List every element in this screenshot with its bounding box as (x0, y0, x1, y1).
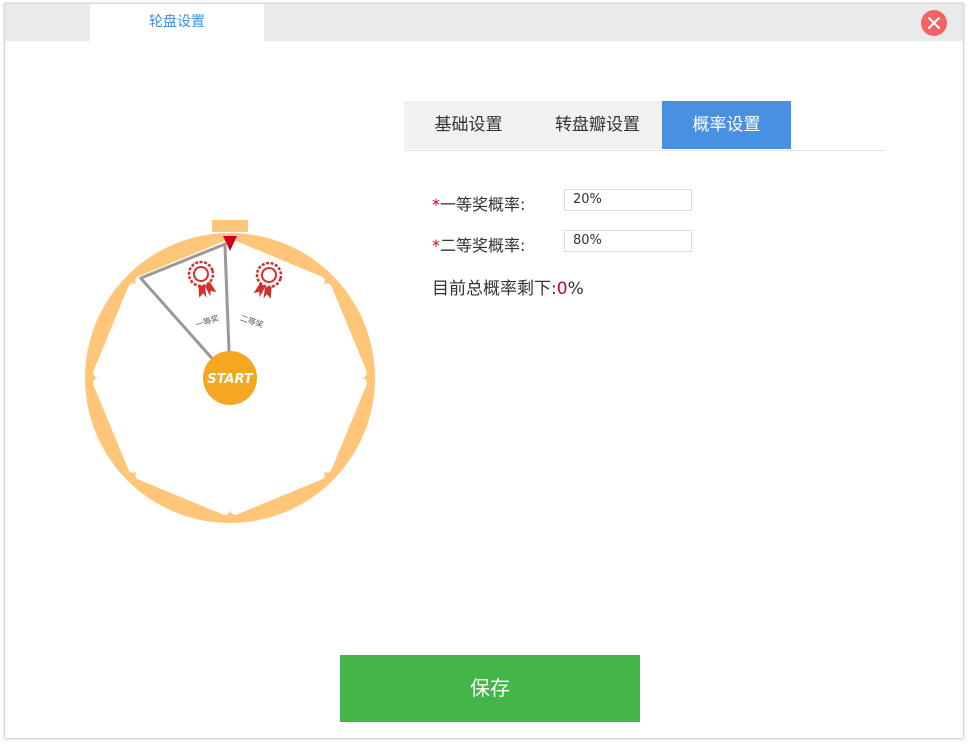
prize-wheel: 一等奖 二等奖 START (83, 217, 383, 533)
remaining-probability: 目前总概率剩下:0% (432, 274, 584, 299)
save-button[interactable]: 保存 (340, 655, 640, 722)
required-mark: * (432, 195, 440, 214)
close-icon (928, 17, 940, 29)
second-prize-probability-input[interactable]: 80% (564, 230, 692, 252)
close-button[interactable] (921, 10, 947, 36)
remaining-probability-unit: % (567, 279, 584, 299)
tab-probability-settings[interactable]: 概率设置 (662, 101, 791, 149)
remaining-probability-label: 目前总概率剩下: (432, 279, 557, 299)
remaining-probability-value: 0 (556, 279, 568, 299)
required-mark: * (432, 236, 440, 255)
settings-tabs: 基础设置 转盘瓣设置 概率设置 (404, 101, 886, 151)
tab-basic-settings[interactable]: 基础设置 (404, 101, 533, 149)
start-label: START (207, 372, 254, 387)
second-prize-probability-label: *二等奖概率: (432, 236, 526, 255)
wheel-pointer-mount (212, 220, 248, 232)
tab-segment-settings[interactable]: 转盘瓣设置 (533, 101, 662, 149)
title-bar: 轮盘设置 (5, 4, 963, 41)
tab-wheel-settings[interactable]: 轮盘设置 (90, 4, 264, 41)
prize-wheel-graphic: 一等奖 二等奖 START (85, 220, 375, 523)
start-button[interactable]: START (203, 351, 257, 405)
first-prize-probability-label: *一等奖概率: (432, 195, 526, 214)
first-prize-probability-input[interactable]: 20% (564, 189, 692, 211)
dialog-window: 轮盘设置 一等奖 二等奖 START 基础设置 转盘瓣设置 概率设置 *一等奖概… (4, 3, 964, 739)
